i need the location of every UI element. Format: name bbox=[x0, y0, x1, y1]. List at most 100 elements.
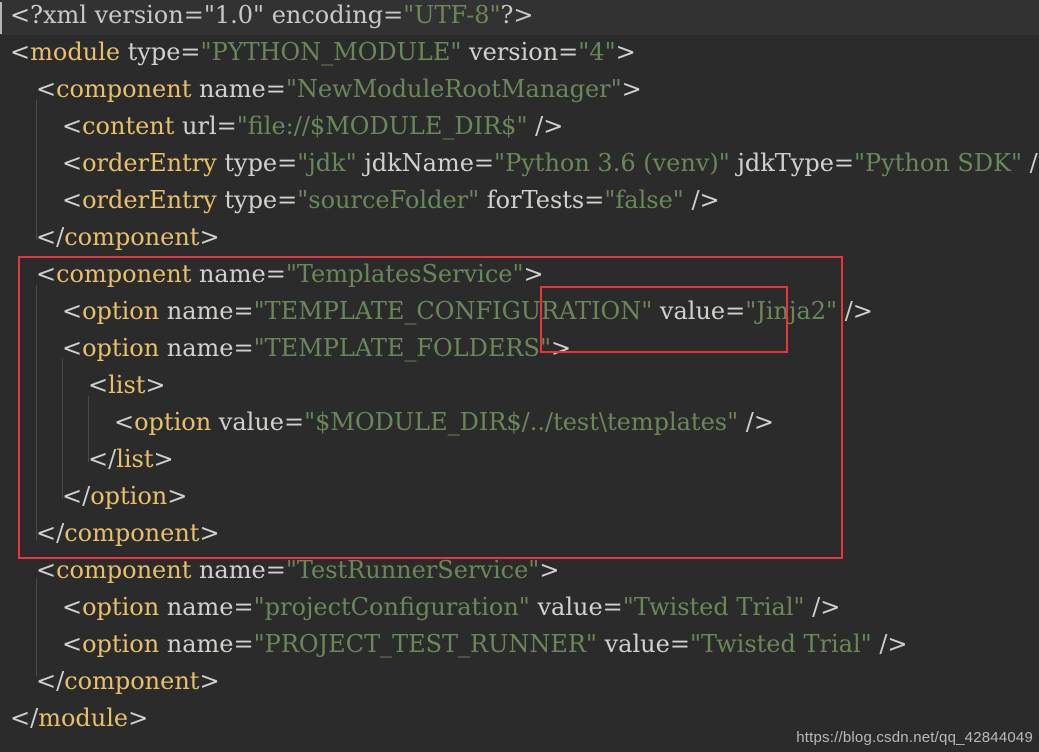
code-token-tag: component bbox=[64, 519, 200, 547]
code-token-attr: value= bbox=[529, 593, 623, 621]
code-token-punc: > bbox=[167, 482, 188, 510]
code-token-attr: name= bbox=[159, 297, 254, 325]
code-token-tag: module bbox=[30, 38, 121, 66]
code-token-attr: type= bbox=[216, 149, 298, 177]
code-token-tag: list bbox=[108, 371, 146, 399]
code-line[interactable]: </option> bbox=[0, 478, 1039, 515]
code-token-punc: < bbox=[88, 371, 109, 399]
code-token-punc: < bbox=[62, 112, 83, 140]
code-token-tag: component bbox=[56, 556, 192, 584]
code-token-tag: option bbox=[90, 482, 168, 510]
code-token-attr: forTests= bbox=[479, 186, 605, 214]
code-token-punc: > bbox=[199, 519, 220, 547]
code-line[interactable]: <list> bbox=[0, 367, 1039, 404]
code-line[interactable]: <option name="TEMPLATE_FOLDERS"> bbox=[0, 330, 1039, 367]
code-line[interactable]: <component name="TemplatesService"> bbox=[0, 256, 1039, 293]
code-token-attr: url= bbox=[174, 112, 237, 140]
code-token-tag: content bbox=[82, 112, 175, 140]
code-token-punc: < bbox=[62, 186, 83, 214]
code-token-attr: name= bbox=[159, 593, 254, 621]
code-token-val: "TestRunnerService" bbox=[285, 556, 540, 584]
code-token-punc: </ bbox=[36, 223, 65, 251]
code-token-attr: value= bbox=[211, 408, 305, 436]
code-line[interactable]: <component name="NewModuleRootManager"> bbox=[0, 71, 1039, 108]
code-token-val: "PYTHON_MODULE" bbox=[200, 38, 462, 66]
code-token-val: "TemplatesService" bbox=[285, 260, 524, 288]
code-line[interactable]: <component name="TestRunnerService"> bbox=[0, 552, 1039, 589]
watermark-text: https://blog.csdn.net/qq_42844049 bbox=[796, 729, 1033, 746]
code-token-val: "Python SDK" bbox=[854, 149, 1023, 177]
code-token-plain: xml version= bbox=[42, 1, 204, 29]
code-token-attr: name= bbox=[191, 75, 286, 103]
code-line[interactable]: <content url="file://$MODULE_DIR$" /> bbox=[0, 108, 1039, 145]
code-token-punc: > bbox=[128, 704, 149, 732]
code-token-punc: < bbox=[62, 149, 83, 177]
code-token-val: "TEMPLATE_CONFIGURATION" bbox=[253, 297, 653, 325]
code-token-tag: list bbox=[116, 445, 154, 473]
code-line[interactable]: <orderEntry type="jdk" jdkName="Python 3… bbox=[0, 145, 1039, 182]
code-token-attr: type= bbox=[120, 38, 201, 66]
code-line[interactable]: </component> bbox=[0, 219, 1039, 256]
code-token-attr: jdkName= bbox=[356, 149, 495, 177]
code-token-punc: /> bbox=[837, 297, 873, 325]
code-token-val: "$MODULE_DIR$/../test\templates" bbox=[304, 408, 739, 436]
code-token-punc: /> bbox=[527, 112, 564, 140]
code-token-val: "projectConfiguration" bbox=[253, 593, 530, 621]
code-token-punc: < bbox=[62, 297, 83, 325]
code-token-val: "sourceFolder" bbox=[297, 186, 480, 214]
xml-editor[interactable]: <?xml version="1.0" encoding="UTF-8"?> <m… bbox=[0, 0, 1039, 752]
code-token-val: "TEMPLATE_FOLDERS" bbox=[253, 334, 551, 362]
code-line[interactable]: <option value="$MODULE_DIR$/../test\temp… bbox=[0, 404, 1039, 441]
code-token-val: "Twisted Trial" bbox=[689, 630, 872, 658]
code-line[interactable]: <option name="PROJECT_TEST_RUNNER" value… bbox=[0, 626, 1039, 663]
code-token-tag: option bbox=[82, 297, 160, 325]
code-token-plain: ?> bbox=[500, 1, 534, 29]
code-token-punc: /> bbox=[738, 408, 774, 436]
code-token-punc: </ bbox=[36, 519, 65, 547]
code-token-punc: > bbox=[153, 445, 174, 473]
code-line[interactable]: </component> bbox=[0, 515, 1039, 552]
code-token-val: "jdk" bbox=[297, 149, 357, 177]
code-token-punc: <? bbox=[10, 1, 43, 29]
code-token-attr: type= bbox=[216, 186, 298, 214]
code-token-attr: name= bbox=[191, 260, 286, 288]
code-token-punc: > bbox=[615, 38, 636, 66]
code-token-punc: < bbox=[36, 260, 57, 288]
code-token-punc: > bbox=[539, 556, 560, 584]
code-token-val: "false" bbox=[604, 186, 684, 214]
code-token-tag: option bbox=[134, 408, 212, 436]
code-token-plain: encoding= bbox=[264, 1, 404, 29]
code-token-punc: /> bbox=[683, 186, 720, 214]
code-line[interactable]: <option name="projectConfiguration" valu… bbox=[0, 589, 1039, 626]
code-token-val: "4" bbox=[578, 38, 616, 66]
code-token-punc: </ bbox=[62, 482, 91, 510]
code-token-punc: /> bbox=[1029, 149, 1039, 177]
code-token-punc: /> bbox=[804, 593, 841, 621]
code-token-tag: orderEntry bbox=[82, 186, 217, 214]
code-line[interactable]: <?xml version="1.0" encoding="UTF-8"?> bbox=[0, 0, 1039, 34]
code-token-val: "PROJECT_TEST_RUNNER" bbox=[253, 630, 597, 658]
code-token-punc: > bbox=[550, 334, 572, 362]
code-line[interactable]: <orderEntry type="sourceFolder" forTests… bbox=[0, 182, 1039, 219]
code-token-val: "UTF-8" bbox=[403, 1, 501, 29]
code-token-punc: < bbox=[62, 593, 83, 621]
code-token-tag: component bbox=[64, 223, 200, 251]
code-token-punc: > bbox=[199, 667, 220, 695]
code-token-punc: > bbox=[523, 260, 544, 288]
code-token-attr: value= bbox=[596, 630, 690, 658]
code-token-punc: < bbox=[62, 334, 83, 362]
code-token-punc: < bbox=[62, 630, 83, 658]
code-token-val: "Python 3.6 (venv)" bbox=[494, 149, 730, 177]
code-token-tag: module bbox=[38, 704, 129, 732]
code-token-tag: option bbox=[82, 593, 160, 621]
code-token-punc: < bbox=[36, 75, 57, 103]
code-token-punc: </ bbox=[36, 667, 65, 695]
code-token-attr: name= bbox=[191, 556, 286, 584]
code-token-tag: component bbox=[56, 260, 192, 288]
code-line[interactable]: <option name="TEMPLATE_CONFIGURATION" va… bbox=[0, 293, 1039, 330]
code-line[interactable]: <module type="PYTHON_MODULE" version="4"… bbox=[0, 34, 1039, 71]
code-token-val: "file://$MODULE_DIR$" bbox=[236, 112, 528, 140]
code-line[interactable]: </list> bbox=[0, 441, 1039, 478]
code-token-attr: jdkType= bbox=[729, 149, 854, 177]
code-line[interactable]: </component> bbox=[0, 663, 1039, 700]
